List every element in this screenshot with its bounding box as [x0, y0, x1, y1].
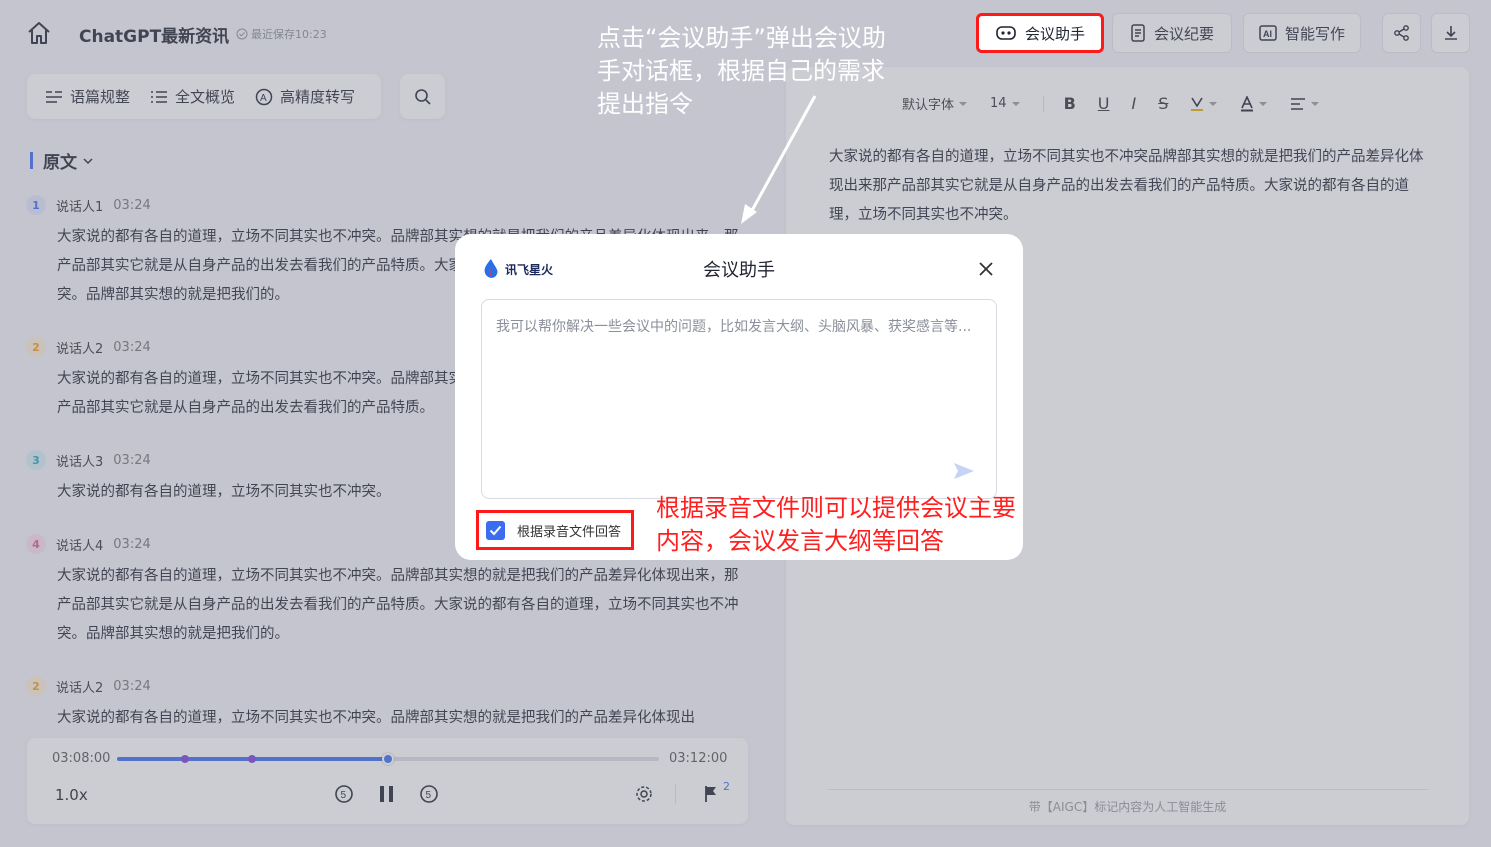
- close-icon[interactable]: [977, 260, 995, 278]
- meeting-assistant-button-highlight[interactable]: 会议助手: [976, 13, 1104, 53]
- prompt-input[interactable]: [482, 300, 996, 498]
- annotation-bottom: 根据录音文件则可以提供会议主要内容，会议发言大纲等回答: [656, 494, 1016, 555]
- meeting-assistant-label: 会议助手: [1024, 24, 1085, 43]
- checkbox[interactable]: [486, 520, 505, 540]
- prompt-input-box: [481, 299, 997, 499]
- robot-icon: [995, 24, 1017, 42]
- send-icon[interactable]: [952, 459, 976, 483]
- arrow-icon: [735, 92, 825, 232]
- dialog-title: 会议助手: [703, 260, 775, 281]
- checkbox-label: 根据录音文件回答: [517, 524, 622, 540]
- answer-from-recording-option[interactable]: 根据录音文件回答: [476, 510, 634, 550]
